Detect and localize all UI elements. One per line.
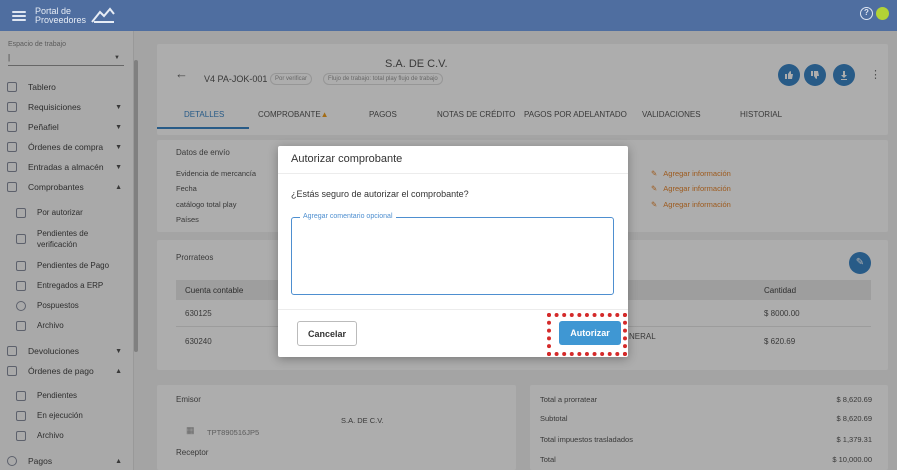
comment-label: Agregar comentario opcional <box>300 213 396 220</box>
logo-mark-icon <box>91 6 115 23</box>
dialog-divider <box>278 309 628 310</box>
dialog-header: Autorizar comprobante <box>278 146 628 174</box>
help-circle-icon[interactable]: ? <box>860 7 873 20</box>
menu-icon[interactable] <box>12 10 26 21</box>
authorize-dialog: Autorizar comprobante ¿Estás seguro de a… <box>278 146 628 357</box>
cancel-button[interactable]: Cancelar <box>297 321 357 346</box>
comment-textarea[interactable]: Agregar comentario opcional <box>291 213 614 295</box>
top-bar: Portal de Proveedores ? <box>0 0 897 31</box>
authorize-button[interactable]: Autorizar <box>559 321 621 345</box>
portal-logo[interactable]: Portal de Proveedores <box>35 6 116 26</box>
dialog-question: ¿Estás seguro de autorizar el comprobant… <box>291 189 469 199</box>
user-avatar[interactable] <box>876 7 889 20</box>
dialog-title: Autorizar comprobante <box>291 153 403 165</box>
logo-line-2: Proveedores <box>35 14 87 25</box>
